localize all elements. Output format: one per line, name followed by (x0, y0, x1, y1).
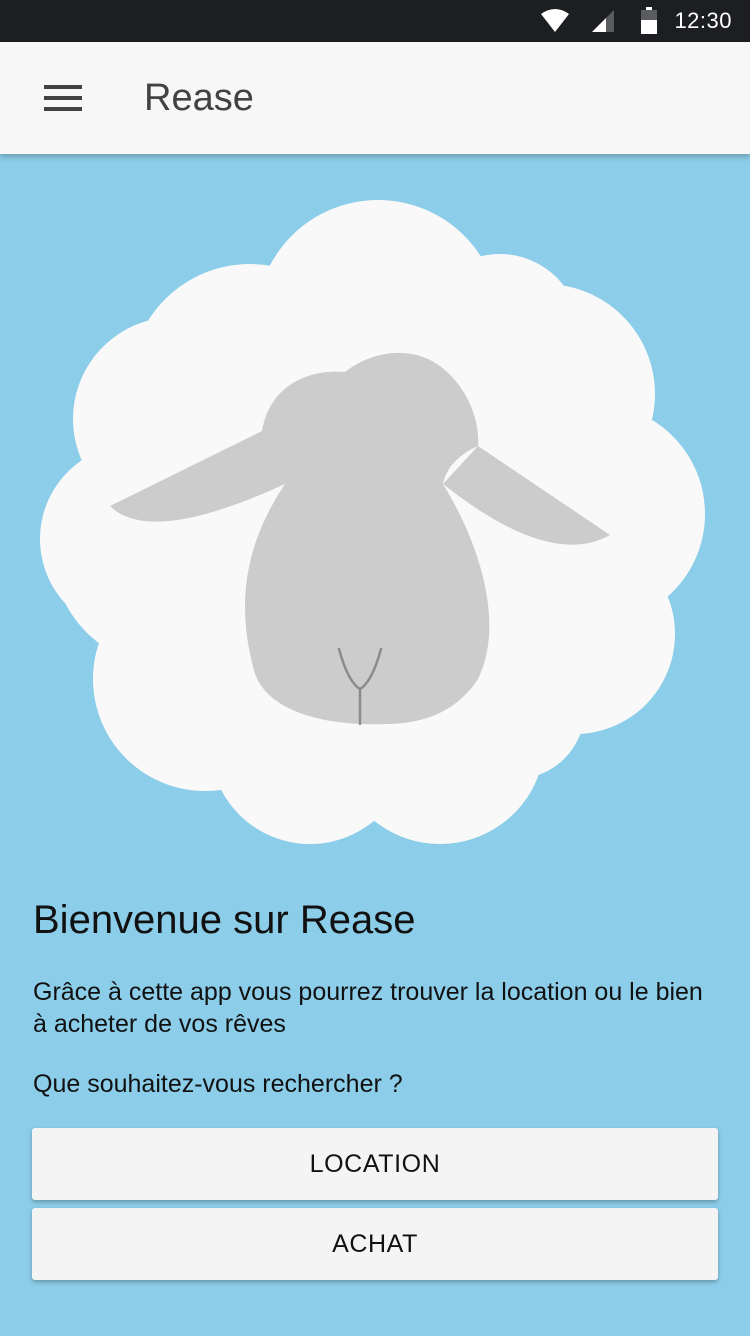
sheep-logo-icon (40, 200, 705, 844)
sheep-head (245, 352, 490, 725)
status-icons: 12:30 (540, 0, 732, 42)
status-time: 12:30 (674, 8, 732, 33)
achat-button[interactable]: ACHAT (32, 1208, 718, 1280)
signal-icon (592, 10, 615, 32)
search-question: Que souhaitez-vous rechercher ? (33, 1070, 403, 1098)
app-bar: Rease (0, 42, 750, 154)
location-button[interactable]: LOCATION (32, 1128, 718, 1200)
menu-button[interactable] (30, 68, 96, 128)
sheep-illustration (0, 154, 750, 874)
app-title: Rease (144, 77, 254, 119)
welcome-description: Grâce à cette app vous pourrez trouver l… (33, 978, 703, 1038)
status-bar: 12:30 (0, 0, 750, 42)
battery-icon (641, 7, 658, 34)
welcome-title: Bienvenue sur Rease (33, 898, 416, 942)
menu-icon (44, 85, 82, 111)
wifi-icon (541, 9, 570, 32)
